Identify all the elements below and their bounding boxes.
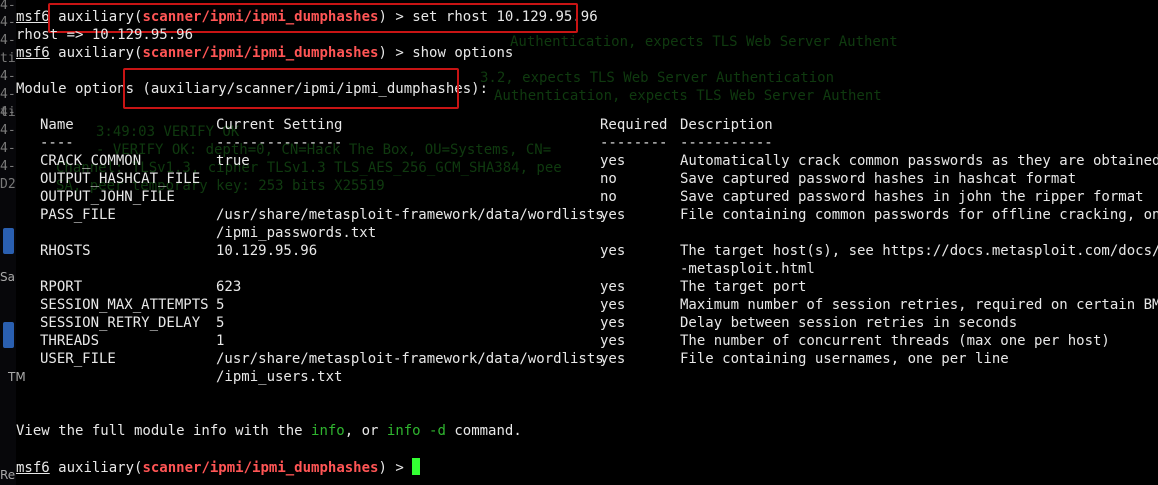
option-required: yes — [600, 279, 626, 295]
option-description: The number of concurrent threads (max on… — [680, 333, 1110, 349]
table-underline: ---- — [40, 135, 74, 151]
table-header-required: Required — [600, 117, 668, 133]
prompt-line: msf6 auxiliary(scanner/ipmi/ipmi_dumphas… — [16, 9, 598, 25]
option-description: The target port — [680, 279, 807, 295]
module-name: scanner/ipmi/ipmi_dumphashes — [142, 9, 379, 25]
command-text: set rhost 10.129.95.96 — [412, 9, 598, 25]
option-name: THREADS — [40, 333, 100, 349]
desktop-folder-icon[interactable] — [3, 322, 14, 348]
option-setting: /usr/share/metasploit-framework/data/wor… — [216, 207, 604, 223]
desktop-icon-label: Re — [0, 468, 16, 482]
option-description: Automatically crack common passwords as … — [680, 153, 1158, 169]
msf-prompt-label: msf6 — [16, 9, 50, 25]
table-underline: --------------- — [216, 135, 343, 151]
option-setting: 10.129.95.96 — [216, 243, 318, 259]
option-name: CRACK_COMMON — [40, 153, 142, 169]
option-description: Maximum number of session retries, requi… — [680, 297, 1158, 313]
info-command-highlight: info — [311, 423, 345, 439]
option-required: no — [600, 189, 617, 205]
gutter-text: 4- — [0, 159, 16, 174]
option-description: Save captured password hashes in hashcat… — [680, 171, 1077, 187]
table-underline: ----------- — [680, 135, 773, 151]
prompt-line[interactable]: msf6 auxiliary(scanner/ipmi/ipmi_dumphas… — [16, 458, 421, 476]
option-required: yes — [600, 351, 626, 367]
option-name: OUTPUT_HASHCAT_FILE — [40, 171, 201, 187]
terminal-cursor[interactable] — [412, 458, 421, 475]
msf-prompt-label: msf6 — [16, 460, 50, 476]
option-description: Delay between session retries in seconds — [680, 315, 1018, 331]
option-name: SESSION_RETRY_DELAY — [40, 315, 201, 331]
option-description: The target host(s), see https://docs.met… — [680, 243, 1158, 259]
option-setting-continued: /ipmi_passwords.txt — [216, 225, 377, 241]
option-description: Save captured password hashes in john th… — [680, 189, 1144, 205]
gutter-text: 4- — [0, 69, 16, 84]
command-output: rhost => 10.129.95.96 — [16, 27, 194, 43]
option-required: yes — [600, 243, 626, 259]
desktop-strip: 4- 4- 4- ti 4- 4- 4- ti 4- 4- 4- D2 Sa T… — [0, 0, 26, 485]
gutter-text: 4- — [0, 123, 16, 138]
prompt-line: msf6 auxiliary(scanner/ipmi/ipmi_dumphas… — [16, 45, 514, 61]
option-name: RHOSTS — [40, 243, 91, 259]
table-header-setting: Current Setting — [216, 117, 343, 133]
gutter-text: 4- — [0, 141, 16, 156]
option-setting: 5 — [216, 315, 225, 331]
option-name: PASS_FILE — [40, 207, 116, 223]
option-required: yes — [600, 297, 626, 313]
gutter-text: 4- — [0, 87, 16, 102]
option-description: File containing common passwords for off… — [680, 207, 1158, 223]
gutter-text: 4- — [0, 0, 16, 13]
option-required: yes — [600, 315, 626, 331]
module-name: scanner/ipmi/ipmi_dumphashes — [142, 45, 379, 61]
option-required: yes — [600, 333, 626, 349]
option-setting: true — [216, 153, 250, 169]
option-setting-continued: /ipmi_users.txt — [216, 369, 343, 385]
option-required: no — [600, 171, 617, 187]
gutter-text: 4- — [0, 15, 16, 30]
info-d-command-highlight: info -d — [386, 423, 446, 439]
msf-prompt-label: msf6 — [16, 45, 50, 61]
option-description-continued: -metasploit.html — [680, 261, 815, 277]
gutter-text: 4- — [0, 33, 16, 48]
option-name: SESSION_MAX_ATTEMPTS — [40, 297, 209, 313]
table-header-description: Description — [680, 117, 773, 133]
module-name: scanner/ipmi/ipmi_dumphashes — [142, 460, 379, 476]
option-setting: 5 — [216, 297, 225, 313]
option-name: OUTPUT_JOHN_FILE — [40, 189, 175, 205]
option-setting: 623 — [216, 279, 242, 295]
option-required: yes — [600, 153, 626, 169]
option-description: File containing usernames, one per line — [680, 351, 1009, 367]
module-options-heading: Module options (auxiliary/scanner/ipmi/i… — [16, 81, 489, 97]
command-text: show options — [412, 45, 514, 61]
table-header-name: Name — [40, 117, 74, 133]
option-setting: /usr/share/metasploit-framework/data/wor… — [216, 351, 604, 367]
option-required: yes — [600, 207, 626, 223]
option-name: USER_FILE — [40, 351, 116, 367]
option-name: RPORT — [40, 279, 83, 295]
table-underline: -------- — [600, 135, 668, 151]
gutter-text: D2 — [0, 177, 16, 192]
option-setting: 1 — [216, 333, 225, 349]
module-info-hint: View the full module info with the info,… — [16, 423, 522, 439]
desktop-folder-icon[interactable] — [3, 228, 14, 254]
desktop-icon-label: Sa — [0, 270, 15, 284]
gutter-text: ti — [0, 51, 16, 66]
terminal-window[interactable]: msf6 auxiliary(scanner/ipmi/ipmi_dumphas… — [16, 0, 1158, 485]
gutter-text: ti — [0, 105, 16, 120]
